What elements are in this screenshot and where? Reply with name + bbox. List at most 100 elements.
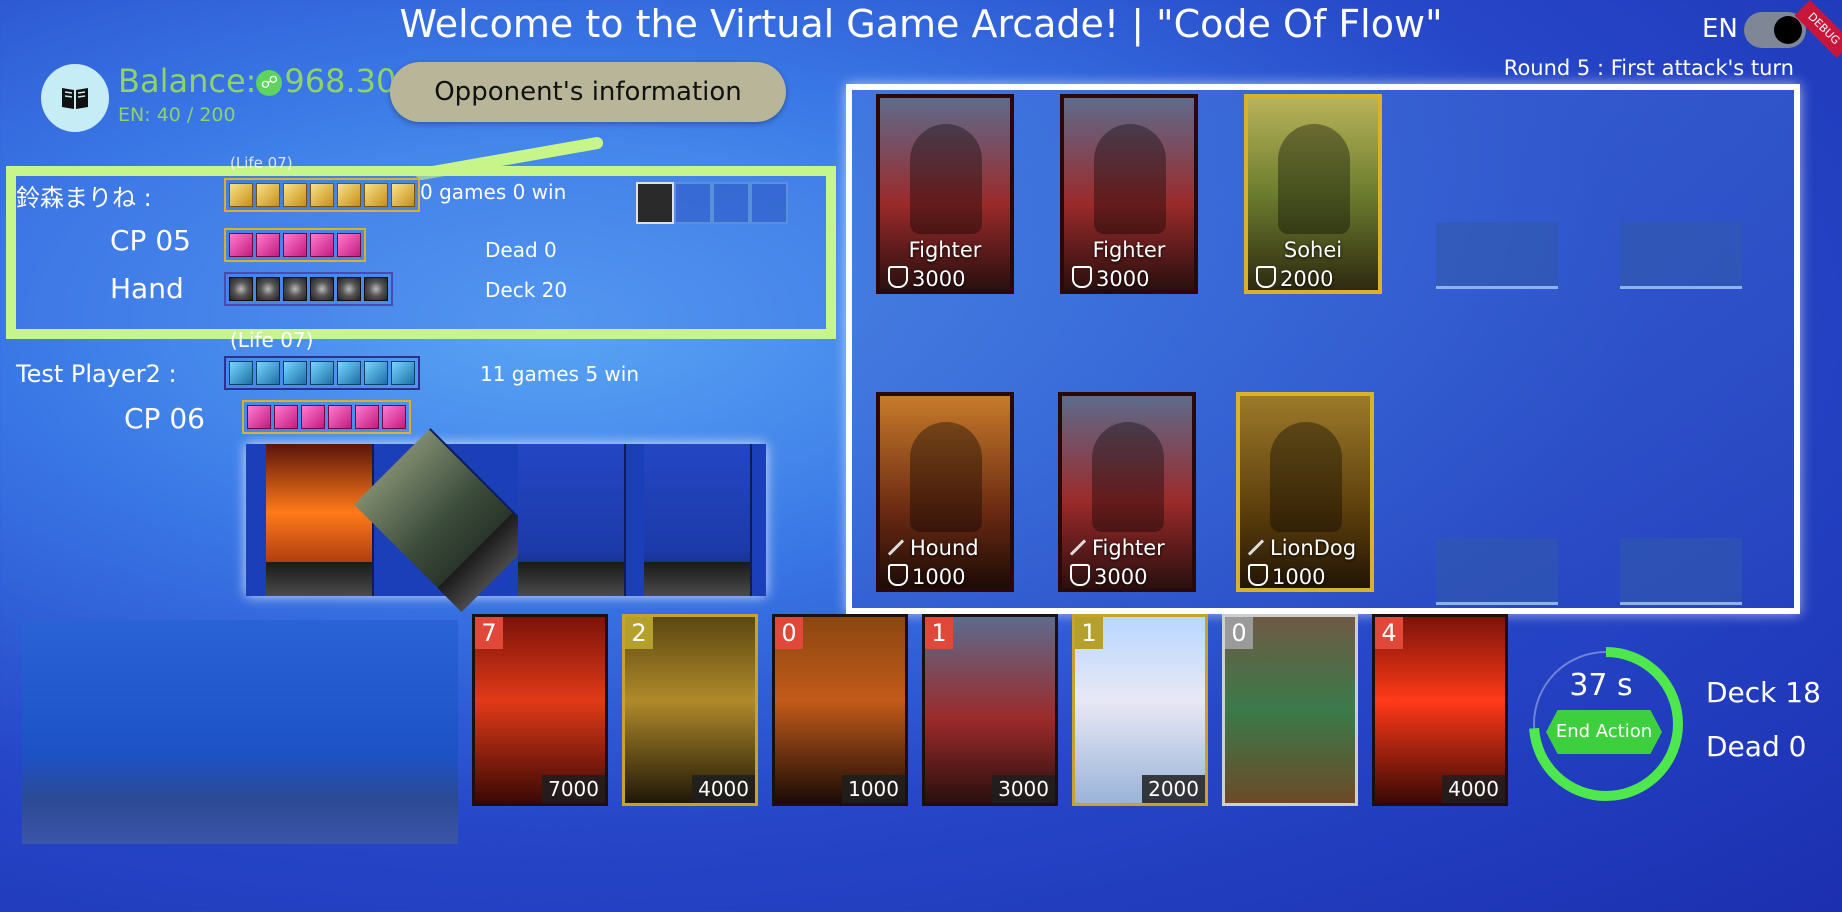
trigger-slot-empty[interactable] <box>644 444 752 596</box>
trigger-slot-filled <box>636 182 674 224</box>
hand-card[interactable]: 1 2000 <box>1072 614 1208 806</box>
shield-icon <box>1248 564 1268 586</box>
player-deck-count: Deck 18 <box>1706 676 1821 709</box>
card-power: 3000 <box>1070 564 1147 588</box>
energy-value: EN: 40 / 200 <box>118 104 236 126</box>
battle-field: Fighter 3000 Fighter 3000 Sohei 2000 Hou… <box>846 84 1800 614</box>
cp-gem <box>382 405 406 429</box>
opponent-field-card[interactable]: Fighter 3000 <box>1060 94 1198 294</box>
book-icon <box>62 88 88 109</box>
cp-gem <box>328 405 352 429</box>
cp-gem <box>301 405 325 429</box>
hand-card[interactable]: 7 7000 <box>472 614 608 806</box>
opponent-field-card[interactable]: Fighter 3000 <box>876 94 1014 294</box>
balance-label: Balance: <box>118 62 257 100</box>
field-slot-empty[interactable] <box>1620 222 1742 289</box>
hand-card[interactable]: 0 1000 <box>772 614 908 806</box>
player-life-gems <box>224 356 420 390</box>
trigger-card-flame-knight[interactable] <box>266 444 374 596</box>
life-gem <box>364 183 388 207</box>
cost-badge: 4 <box>1375 617 1403 649</box>
card-power: 3000 <box>1072 266 1149 290</box>
cost-badge: 0 <box>775 617 803 649</box>
card-name: LionDog <box>1246 536 1370 560</box>
player-field-card[interactable]: LionDog 1000 <box>1236 392 1374 592</box>
life-gem <box>364 361 388 385</box>
life-gem <box>256 183 280 207</box>
shield-icon <box>888 266 908 288</box>
player-record: 11 games 5 win <box>480 362 639 386</box>
card-art <box>910 124 982 234</box>
card-value: 4000 <box>692 775 755 803</box>
player-field-card[interactable]: Fighter 3000 <box>1058 392 1196 592</box>
cost-badge: 1 <box>1075 617 1103 649</box>
card-power: 1000 <box>1248 564 1325 588</box>
life-gem <box>391 361 415 385</box>
opponent-name: 鈴森まりね : <box>16 184 152 212</box>
card-power: 2000 <box>1256 266 1333 290</box>
shield-icon <box>1256 266 1276 288</box>
cost-badge: 2 <box>625 617 653 649</box>
opponent-info-callout: Opponent's information <box>390 62 786 122</box>
trigger-slot <box>712 182 750 224</box>
card-power: 3000 <box>888 266 965 290</box>
card-tray <box>266 562 372 596</box>
field-slot-empty[interactable] <box>1436 538 1558 605</box>
trigger-slot-empty[interactable] <box>518 444 626 596</box>
player-trigger-zone <box>246 428 766 612</box>
field-slot-empty[interactable] <box>1436 222 1558 289</box>
card-back <box>229 277 253 301</box>
coin-icon: ☍ <box>256 70 283 96</box>
field-slot-empty[interactable] <box>1620 538 1742 605</box>
hand-card[interactable]: 1 3000 <box>922 614 1058 806</box>
life-gem <box>310 361 334 385</box>
card-value: 3000 <box>992 775 1055 803</box>
card-tray <box>518 562 624 596</box>
trigger-slot <box>750 182 788 224</box>
player-dead-count: Dead 0 <box>1706 730 1807 763</box>
cost-badge: 1 <box>925 617 953 649</box>
balance-value: 968.30 <box>284 62 397 100</box>
card-preview-panel <box>22 620 458 844</box>
trigger-slot <box>674 182 712 224</box>
opponent-life-gems <box>224 178 420 212</box>
sword-icon <box>887 539 905 556</box>
hand-card[interactable]: 2 4000 <box>622 614 758 806</box>
round-info: Round 5 : First attack's turn <box>1503 56 1794 80</box>
hand-card-trigger[interactable]: 0 <box>1222 614 1358 806</box>
life-gem <box>337 361 361 385</box>
opponent-deck: Deck 20 <box>485 278 568 302</box>
player-cp-label: CP 06 <box>124 402 205 435</box>
life-gem <box>310 183 334 207</box>
card-value: 2000 <box>1142 775 1205 803</box>
sword-icon <box>1247 539 1265 556</box>
player-field-card[interactable]: Hound 1000 <box>876 392 1014 592</box>
card-name: Fighter <box>1068 536 1192 560</box>
card-art <box>1278 124 1350 234</box>
shield-icon <box>888 564 908 586</box>
cp-gem <box>337 233 361 257</box>
opponent-cp-label: CP 05 <box>110 224 191 257</box>
cp-gem <box>355 405 379 429</box>
life-gem <box>283 183 307 207</box>
card-name: Hound <box>886 536 1010 560</box>
card-power: 1000 <box>888 564 965 588</box>
opponent-dead: Dead 0 <box>485 238 557 262</box>
card-art <box>1270 422 1342 532</box>
page-title: Welcome to the Virtual Game Arcade! | "C… <box>399 2 1443 46</box>
player-life-label: (Life 07) <box>230 328 314 352</box>
card-name: Sohei <box>1283 238 1343 262</box>
trigger-card-sword[interactable] <box>354 428 538 612</box>
toggle-knob <box>1774 16 1802 44</box>
end-action-button[interactable]: End Action <box>1546 710 1662 754</box>
opponent-field-card[interactable]: Sohei 2000 <box>1244 94 1382 294</box>
rules-book-button[interactable] <box>41 64 109 132</box>
player-name: Test Player2 : <box>16 360 177 388</box>
cost-badge: 0 <box>1225 617 1253 649</box>
opponent-hand-label: Hand <box>110 272 184 305</box>
card-back <box>310 277 334 301</box>
hand-card[interactable]: 4 4000 <box>1372 614 1508 806</box>
card-tray <box>644 562 750 596</box>
life-gem <box>229 183 253 207</box>
shield-icon <box>1070 564 1090 586</box>
